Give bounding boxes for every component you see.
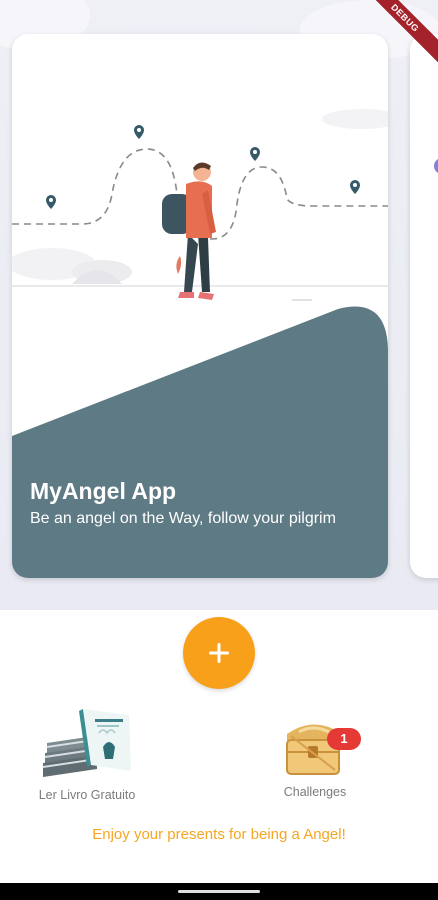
purple-circle-icon xyxy=(434,158,438,174)
plus-icon xyxy=(209,643,229,663)
book-stack-icon xyxy=(42,709,131,777)
card-subtitle: Be an angel on the Way, follow your pilg… xyxy=(30,510,336,527)
next-card-peek[interactable] xyxy=(410,34,438,578)
add-button[interactable] xyxy=(183,617,255,689)
notification-badge: 1 xyxy=(327,728,361,750)
carousel-area: MyAngel App Be an angel on the Way, foll… xyxy=(0,0,438,610)
home-gesture-handle[interactable] xyxy=(178,890,260,893)
present-label: Challenges xyxy=(283,785,347,799)
card-title: MyAngel App xyxy=(30,478,177,504)
system-nav-bar xyxy=(0,883,438,900)
free-book-present[interactable]: Ler Livro Gratuito xyxy=(28,705,146,802)
footer-message: Enjoy your presents for being a Angel! xyxy=(92,826,346,843)
present-label: Ler Livro Gratuito xyxy=(38,788,136,802)
challenges-present[interactable]: 1 Challenges xyxy=(255,712,375,799)
intro-card[interactable]: MyAngel App Be an angel on the Way, foll… xyxy=(12,34,388,578)
